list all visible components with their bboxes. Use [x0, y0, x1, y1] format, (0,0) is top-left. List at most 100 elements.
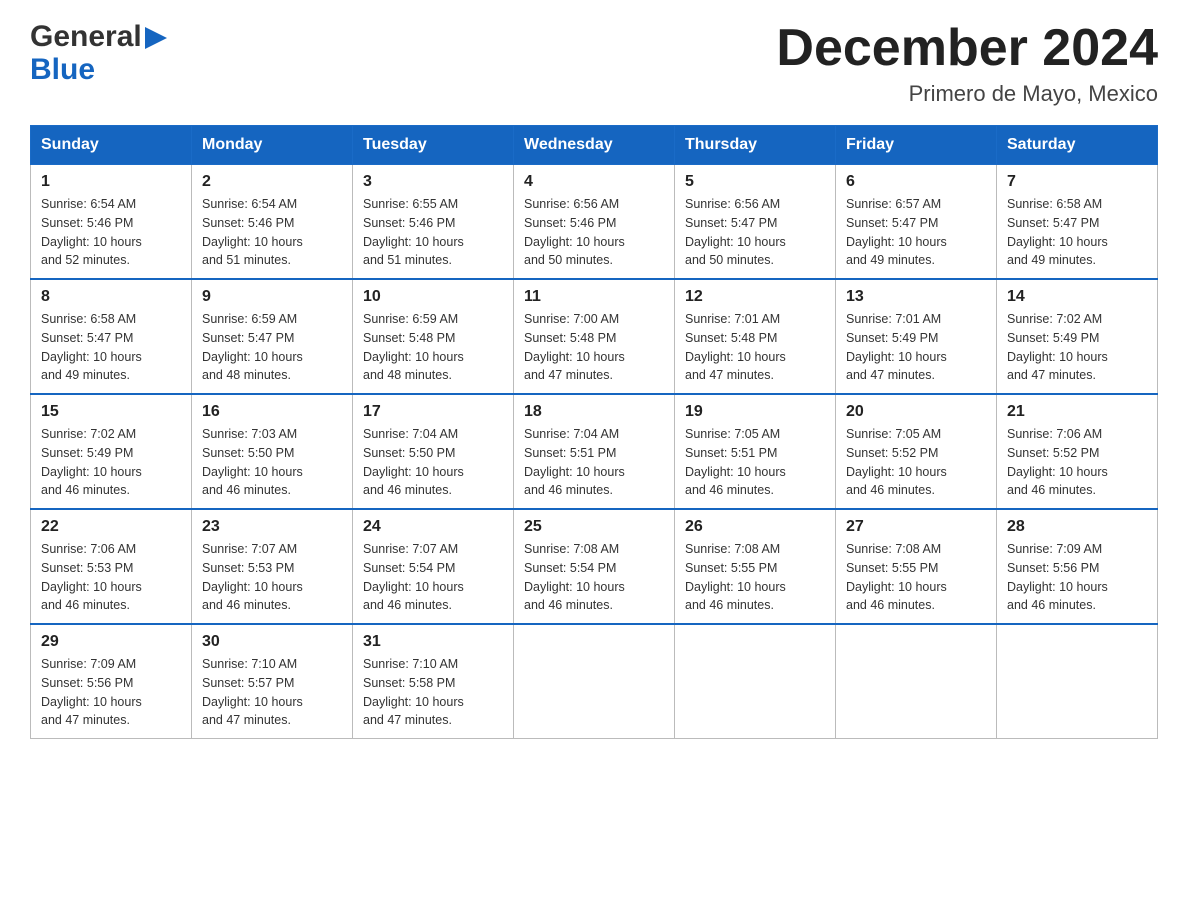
day-number: 12 [685, 288, 825, 306]
day-info: Sunrise: 7:09 AMSunset: 5:56 PMDaylight:… [41, 655, 181, 730]
calendar-cell: 5Sunrise: 6:56 AMSunset: 5:47 PMDaylight… [675, 165, 836, 280]
calendar-cell: 19 Sunrise: 7:05 AMSunset: 5:51 PMDayligh… [675, 394, 836, 509]
calendar-cell [675, 624, 836, 739]
day-info: Sunrise: 7:06 AMSunset: 5:52 PMDaylight:… [1007, 425, 1147, 500]
calendar-cell: 16Sunrise: 7:03 AMSunset: 5:50 PMDayligh… [192, 394, 353, 509]
day-info: Sunrise: 6:56 AMSunset: 5:47 PMDaylight:… [685, 195, 825, 270]
day-number: 4 [524, 173, 664, 191]
calendar-cell: 18Sunrise: 7:04 AMSunset: 5:51 PMDayligh… [514, 394, 675, 509]
calendar-cell: 9 Sunrise: 6:59 AMSunset: 5:47 PMDaylight… [192, 279, 353, 394]
day-number: 21 [1007, 403, 1147, 421]
day-number: 30 [202, 633, 342, 651]
calendar-cell: 29 Sunrise: 7:09 AMSunset: 5:56 PMDayligh… [31, 624, 192, 739]
calendar-cell: 2 Sunrise: 6:54 AMSunset: 5:46 PMDaylight… [192, 165, 353, 280]
calendar-cell [514, 624, 675, 739]
day-number: 14 [1007, 288, 1147, 306]
day-header-wednesday: Wednesday [514, 126, 675, 165]
day-number: 17 [363, 403, 503, 421]
day-number: 9 [202, 288, 342, 306]
calendar-cell: 17Sunrise: 7:04 AMSunset: 5:50 PMDayligh… [353, 394, 514, 509]
day-number: 20 [846, 403, 986, 421]
day-info: Sunrise: 6:58 AMSunset: 5:47 PMDaylight:… [41, 310, 181, 385]
day-header-monday: Monday [192, 126, 353, 165]
calendar-body: 1Sunrise: 6:54 AMSunset: 5:46 PMDaylight… [31, 165, 1158, 739]
day-number: 29 [41, 633, 181, 651]
day-info: Sunrise: 7:08 AMSunset: 5:55 PMDaylight:… [846, 540, 986, 615]
calendar-cell: 22 Sunrise: 7:06 AMSunset: 5:53 PMDayligh… [31, 509, 192, 624]
day-info: Sunrise: 6:56 AMSunset: 5:46 PMDaylight:… [524, 195, 664, 270]
day-info: Sunrise: 7:05 AMSunset: 5:52 PMDaylight:… [846, 425, 986, 500]
logo-arrow-icon [145, 27, 167, 49]
calendar-table: SundayMondayTuesdayWednesdayThursdayFrid… [30, 125, 1158, 739]
day-number: 19 [685, 403, 825, 421]
location-title: Primero de Mayo, Mexico [776, 81, 1158, 107]
day-info: Sunrise: 7:10 AMSunset: 5:58 PMDaylight:… [363, 655, 503, 730]
day-info: Sunrise: 6:54 AMSunset: 5:46 PMDaylight:… [41, 195, 181, 270]
calendar-cell: 7Sunrise: 6:58 AMSunset: 5:47 PMDaylight… [997, 165, 1158, 280]
day-info: Sunrise: 6:55 AMSunset: 5:46 PMDaylight:… [363, 195, 503, 270]
calendar-header-row: SundayMondayTuesdayWednesdayThursdayFrid… [31, 126, 1158, 165]
day-info: Sunrise: 7:07 AMSunset: 5:54 PMDaylight:… [363, 540, 503, 615]
day-info: Sunrise: 7:00 AMSunset: 5:48 PMDaylight:… [524, 310, 664, 385]
day-number: 8 [41, 288, 181, 306]
day-number: 7 [1007, 173, 1147, 191]
calendar-week-row: 29 Sunrise: 7:09 AMSunset: 5:56 PMDayligh… [31, 624, 1158, 739]
calendar-cell: 23Sunrise: 7:07 AMSunset: 5:53 PMDayligh… [192, 509, 353, 624]
day-info: Sunrise: 7:05 AMSunset: 5:51 PMDaylight:… [685, 425, 825, 500]
month-title: December 2024 [776, 20, 1158, 77]
calendar-cell: 25Sunrise: 7:08 AMSunset: 5:54 PMDayligh… [514, 509, 675, 624]
calendar-week-row: 22 Sunrise: 7:06 AMSunset: 5:53 PMDayligh… [31, 509, 1158, 624]
day-number: 27 [846, 518, 986, 536]
day-number: 11 [524, 288, 664, 306]
day-info: Sunrise: 6:59 AMSunset: 5:48 PMDaylight:… [363, 310, 503, 385]
day-header-thursday: Thursday [675, 126, 836, 165]
calendar-cell: 10 Sunrise: 6:59 AMSunset: 5:48 PMDayligh… [353, 279, 514, 394]
day-number: 3 [363, 173, 503, 191]
day-header-tuesday: Tuesday [353, 126, 514, 165]
day-header-friday: Friday [836, 126, 997, 165]
calendar-cell [997, 624, 1158, 739]
logo: General Blue [30, 20, 167, 86]
day-info: Sunrise: 6:54 AMSunset: 5:46 PMDaylight:… [202, 195, 342, 270]
day-info: Sunrise: 7:02 AMSunset: 5:49 PMDaylight:… [1007, 310, 1147, 385]
day-number: 26 [685, 518, 825, 536]
day-info: Sunrise: 7:01 AMSunset: 5:48 PMDaylight:… [685, 310, 825, 385]
day-number: 6 [846, 173, 986, 191]
calendar-week-row: 15Sunrise: 7:02 AMSunset: 5:49 PMDayligh… [31, 394, 1158, 509]
day-number: 2 [202, 173, 342, 191]
calendar-cell: 14 Sunrise: 7:02 AMSunset: 5:49 PMDayligh… [997, 279, 1158, 394]
calendar-cell [836, 624, 997, 739]
calendar-cell: 13Sunrise: 7:01 AMSunset: 5:49 PMDayligh… [836, 279, 997, 394]
logo-general: General [30, 20, 142, 53]
calendar-cell: 11 Sunrise: 7:00 AMSunset: 5:48 PMDayligh… [514, 279, 675, 394]
calendar-cell: 3 Sunrise: 6:55 AMSunset: 5:46 PMDaylight… [353, 165, 514, 280]
calendar-cell: 24 Sunrise: 7:07 AMSunset: 5:54 PMDayligh… [353, 509, 514, 624]
calendar-cell: 4 Sunrise: 6:56 AMSunset: 5:46 PMDaylight… [514, 165, 675, 280]
day-header-sunday: Sunday [31, 126, 192, 165]
day-number: 15 [41, 403, 181, 421]
day-number: 24 [363, 518, 503, 536]
calendar-cell: 27 Sunrise: 7:08 AMSunset: 5:55 PMDayligh… [836, 509, 997, 624]
calendar-week-row: 1Sunrise: 6:54 AMSunset: 5:46 PMDaylight… [31, 165, 1158, 280]
calendar-cell: 26 Sunrise: 7:08 AMSunset: 5:55 PMDayligh… [675, 509, 836, 624]
logo-blue: Blue [30, 53, 95, 86]
day-info: Sunrise: 6:59 AMSunset: 5:47 PMDaylight:… [202, 310, 342, 385]
calendar-cell: 21 Sunrise: 7:06 AMSunset: 5:52 PMDayligh… [997, 394, 1158, 509]
title-section: December 2024 Primero de Mayo, Mexico [776, 20, 1158, 107]
day-header-saturday: Saturday [997, 126, 1158, 165]
day-number: 18 [524, 403, 664, 421]
day-number: 22 [41, 518, 181, 536]
day-info: Sunrise: 7:08 AMSunset: 5:55 PMDaylight:… [685, 540, 825, 615]
page-header: General Blue December 2024 Primero de Ma… [30, 20, 1158, 107]
calendar-cell: 8 Sunrise: 6:58 AMSunset: 5:47 PMDaylight… [31, 279, 192, 394]
calendar-cell: 6 Sunrise: 6:57 AMSunset: 5:47 PMDaylight… [836, 165, 997, 280]
calendar-cell: 28Sunrise: 7:09 AMSunset: 5:56 PMDayligh… [997, 509, 1158, 624]
calendar-cell: 15Sunrise: 7:02 AMSunset: 5:49 PMDayligh… [31, 394, 192, 509]
day-number: 13 [846, 288, 986, 306]
day-info: Sunrise: 7:06 AMSunset: 5:53 PMDaylight:… [41, 540, 181, 615]
day-info: Sunrise: 7:08 AMSunset: 5:54 PMDaylight:… [524, 540, 664, 615]
day-number: 31 [363, 633, 503, 651]
day-info: Sunrise: 6:57 AMSunset: 5:47 PMDaylight:… [846, 195, 986, 270]
day-number: 10 [363, 288, 503, 306]
calendar-cell: 30Sunrise: 7:10 AMSunset: 5:57 PMDayligh… [192, 624, 353, 739]
